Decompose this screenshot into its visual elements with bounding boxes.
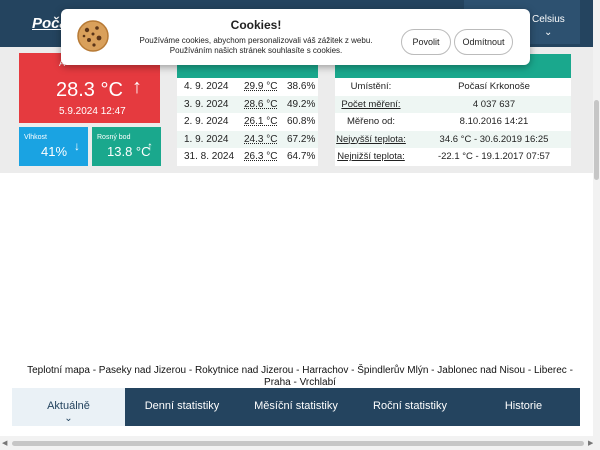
temperature-value: 28.3 °C (56, 79, 123, 101)
info-key-link[interactable]: Nejvyšší teplota: (335, 131, 407, 149)
history-temp[interactable]: 28.6 °C (244, 96, 277, 114)
tab-label: Denní statistiky (144, 400, 220, 412)
table-row: 31. 8. 2024 26.3 °C 64.7% (177, 148, 318, 166)
tab-aktualne[interactable]: Aktuálně ⌄ (12, 388, 125, 426)
table-row: Počet měření: 4 037 637 (335, 95, 571, 114)
history-date: 4. 9. 2024 (184, 81, 229, 92)
station-info-table: Umístění: Počasí Krkonoše Počet měření: … (335, 54, 571, 166)
table-row: 3. 9. 2024 28.6 °C 49.2% (177, 95, 318, 114)
history-date: 3. 9. 2024 (184, 98, 229, 110)
tab-label: Roční statistiky (373, 400, 447, 412)
history-date: 2. 9. 2024 (184, 116, 229, 127)
tab-rocni-statistiky[interactable]: Roční statistiky (353, 388, 467, 426)
cookie-text: Používáme cookies, abychom personalizova… (139, 36, 373, 55)
history-temp[interactable]: 26.3 °C (244, 148, 277, 166)
humidity-label: Vlhkost (24, 134, 47, 141)
arrow-up-icon: ↑ (147, 139, 153, 153)
tab-label: Historie (504, 400, 543, 412)
info-key-link[interactable]: Počet měření: (335, 96, 407, 114)
history-humidity: 38.6% (287, 81, 316, 92)
cookie-banner: Cookies! Používáme cookies, abychom pers… (61, 9, 530, 65)
table-row: Nejvyšší teplota: 34.6 °C - 30.6.2019 16… (335, 130, 571, 149)
history-date: 1. 9. 2024 (184, 133, 229, 145)
chevron-down-icon: ⌄ (544, 27, 553, 38)
info-value: 34.6 °C - 30.6.2019 16:25 (439, 133, 549, 145)
history-humidity: 67.2% (287, 133, 316, 145)
tab-label: Měsíční statistiky (254, 400, 338, 412)
main-nav: Aktuálně ⌄ Denní statistiky Měsíční stat… (12, 388, 580, 426)
vertical-scrollbar[interactable] (593, 0, 600, 450)
info-rows: Umístění: Počasí Krkonoše Počet měření: … (335, 78, 571, 166)
vertical-scrollbar-thumb[interactable] (594, 100, 599, 180)
cookie-icon (77, 20, 109, 52)
tab-denni-statistiky[interactable]: Denní statistiky (125, 388, 239, 426)
humidity-card: Vlhkost 41% ↓ (19, 127, 88, 166)
info-value: -22.1 °C - 19.1.2017 07:57 (437, 151, 551, 162)
info-value: 4 037 637 (472, 98, 516, 110)
arrow-up-icon: ↑ (132, 76, 142, 98)
unit-label: Celsius (532, 14, 565, 25)
info-value: 8.10.2016 14:21 (459, 116, 529, 127)
info-key-link[interactable]: Nejnižší teplota: (335, 148, 407, 166)
history-temp[interactable]: 24.3 °C (244, 131, 277, 149)
table-row: Nejnižší teplota: -22.1 °C - 19.1.2017 0… (335, 148, 571, 166)
scroll-left-icon[interactable]: ◀ (2, 439, 7, 447)
history-rows: 4. 9. 2024 29.9 °C 38.6% 3. 9. 2024 28.6… (177, 78, 318, 166)
humidity-value: 41% (41, 144, 68, 159)
horizontal-scrollbar-thumb[interactable] (12, 441, 584, 446)
history-humidity: 49.2% (287, 98, 316, 110)
history-humidity: 64.7% (287, 151, 316, 162)
dewpoint-card: Rosný bod 13.8 °C ↑ (92, 127, 161, 166)
table-row: 1. 9. 2024 24.3 °C 67.2% (177, 130, 318, 149)
table-row: Měřeno od: 8.10.2016 14:21 (335, 113, 571, 131)
info-key: Měřeno od: (346, 116, 396, 127)
location-links[interactable]: Teplotní mapa - Paseky nad Jizerou - Rok… (15, 365, 585, 389)
temperature-timestamp: 5.9.2024 12:47 (59, 106, 126, 117)
chevron-down-icon: ⌄ (64, 413, 73, 424)
history-temp[interactable]: 29.9 °C (244, 78, 277, 96)
arrow-down-icon: ↓ (74, 139, 80, 153)
table-row: 2. 9. 2024 26.1 °C 60.8% (177, 113, 318, 131)
allow-cookies-button[interactable]: Povolit (401, 29, 451, 55)
dewpoint-value: 13.8 °C (107, 144, 151, 159)
dewpoint-label: Rosný bod (97, 134, 131, 141)
cookie-title: Cookies! (230, 18, 282, 32)
history-humidity: 60.8% (287, 116, 316, 127)
tab-mesicni-statistiky[interactable]: Měsíční statistiky (239, 388, 353, 426)
info-key: Umístění: (350, 81, 392, 92)
tab-historie[interactable]: Historie (467, 388, 580, 426)
table-row: 4. 9. 2024 29.9 °C 38.6% (177, 78, 318, 96)
info-value: Počasí Krkonoše (458, 81, 530, 92)
history-table: 4. 9. 2024 29.9 °C 38.6% 3. 9. 2024 28.6… (177, 54, 318, 166)
deny-cookies-button[interactable]: Odmítnout (454, 29, 513, 55)
table-row: Umístění: Počasí Krkonoše (335, 78, 571, 96)
history-temp[interactable]: 26.1 °C (244, 113, 277, 131)
history-date: 31. 8. 2024 (184, 151, 235, 162)
